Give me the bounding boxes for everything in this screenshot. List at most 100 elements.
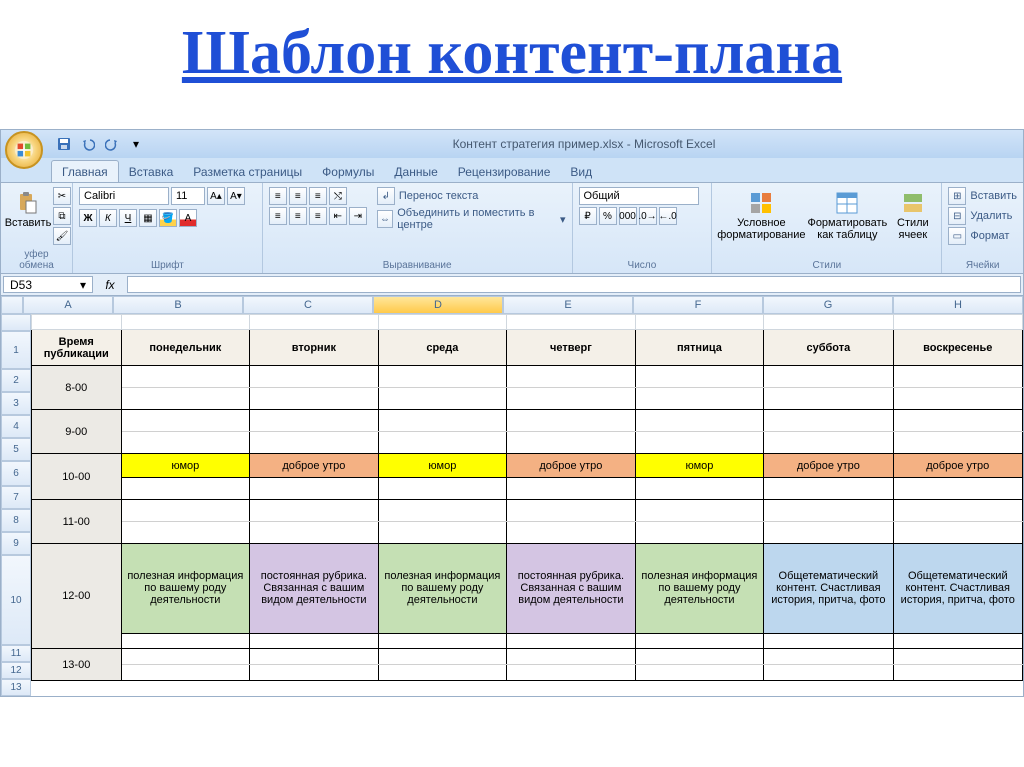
align-left-icon[interactable]: ≡ bbox=[269, 207, 287, 225]
table-cell[interactable] bbox=[764, 388, 893, 410]
table-cell[interactable] bbox=[121, 388, 250, 410]
table-cell[interactable]: доброе утро bbox=[764, 454, 893, 478]
table-cell[interactable]: постоянная рубрика. Связанная с вашим ви… bbox=[250, 544, 379, 634]
cells-insert-button[interactable]: ⊞Вставить bbox=[948, 187, 1017, 205]
table-cell[interactable] bbox=[121, 410, 250, 432]
time-cell[interactable]: 13-00 bbox=[32, 649, 122, 681]
table-cell[interactable] bbox=[121, 649, 250, 665]
table-cell[interactable] bbox=[507, 432, 636, 454]
table-cell[interactable] bbox=[378, 522, 507, 544]
row-header[interactable]: 5 bbox=[1, 438, 31, 461]
table-header-cell[interactable]: воскресенье bbox=[893, 330, 1022, 366]
format-painter-icon[interactable]: 🖌 bbox=[53, 227, 71, 245]
qat-dropdown-icon[interactable]: ▾ bbox=[127, 135, 145, 153]
row-header[interactable]: 7 bbox=[1, 486, 31, 509]
table-cell[interactable] bbox=[893, 478, 1022, 500]
table-header-cell[interactable]: вторник bbox=[250, 330, 379, 366]
table-header-cell[interactable]: понедельник bbox=[121, 330, 250, 366]
col-header-H[interactable]: H bbox=[893, 296, 1023, 314]
table-cell[interactable] bbox=[635, 432, 764, 454]
col-header-G[interactable]: G bbox=[763, 296, 893, 314]
office-button[interactable] bbox=[5, 131, 43, 169]
table-cell[interactable] bbox=[764, 649, 893, 665]
format-as-table-button[interactable]: Форматировать как таблицу bbox=[808, 187, 886, 245]
table-cell[interactable] bbox=[378, 665, 507, 681]
table-cell[interactable] bbox=[635, 500, 764, 522]
table-cell[interactable] bbox=[378, 432, 507, 454]
name-box[interactable]: D53▾ bbox=[3, 276, 93, 293]
table-cell[interactable] bbox=[764, 432, 893, 454]
currency-icon[interactable]: ₽ bbox=[579, 207, 597, 225]
table-cell[interactable]: Общетематический контент. Счастливая ист… bbox=[764, 544, 893, 634]
table-cell[interactable] bbox=[764, 633, 893, 648]
table-cell[interactable]: доброе утро bbox=[507, 454, 636, 478]
table-cell[interactable] bbox=[250, 500, 379, 522]
conditional-formatting-button[interactable]: Условное форматирование bbox=[718, 187, 804, 245]
paste-button[interactable]: Вставить bbox=[7, 187, 49, 233]
table-cell[interactable] bbox=[635, 665, 764, 681]
table-cell[interactable] bbox=[378, 410, 507, 432]
align-middle-icon[interactable]: ≡ bbox=[289, 187, 307, 205]
table-cell[interactable] bbox=[764, 665, 893, 681]
row-header[interactable]: 6 bbox=[1, 461, 31, 486]
orientation-icon[interactable]: ⤭ bbox=[329, 187, 347, 205]
fx-icon[interactable]: fx bbox=[95, 274, 125, 295]
table-cell[interactable] bbox=[121, 500, 250, 522]
table-cell[interactable] bbox=[250, 633, 379, 648]
inc-decimal-icon[interactable]: .0→ bbox=[639, 207, 657, 225]
col-header-F[interactable]: F bbox=[633, 296, 763, 314]
row-header[interactable]: 10 bbox=[1, 555, 31, 645]
table-cell[interactable] bbox=[250, 410, 379, 432]
row-header[interactable]: 1 bbox=[1, 331, 31, 369]
copy-icon[interactable]: ⧉ bbox=[53, 207, 71, 225]
table-cell[interactable] bbox=[893, 410, 1022, 432]
table-cell[interactable] bbox=[250, 388, 379, 410]
table-cell[interactable] bbox=[893, 366, 1022, 388]
redo-icon[interactable] bbox=[103, 135, 121, 153]
table-cell[interactable] bbox=[250, 366, 379, 388]
table-cell[interactable] bbox=[764, 410, 893, 432]
time-cell[interactable]: 10-00 bbox=[32, 454, 122, 500]
table-cell[interactable] bbox=[507, 388, 636, 410]
table-cell[interactable]: доброе утро bbox=[250, 454, 379, 478]
wrap-text-button[interactable]: ↲Перенос текста bbox=[377, 187, 566, 205]
dec-decimal-icon[interactable]: ←.0 bbox=[659, 207, 677, 225]
table-cell[interactable] bbox=[764, 522, 893, 544]
table-cell[interactable] bbox=[635, 388, 764, 410]
col-header-A[interactable]: A bbox=[23, 296, 113, 314]
col-header-B[interactable]: B bbox=[113, 296, 243, 314]
table-cell[interactable]: юмор bbox=[635, 454, 764, 478]
select-all-corner[interactable] bbox=[1, 296, 23, 314]
table-cell[interactable] bbox=[378, 366, 507, 388]
table-cell[interactable] bbox=[635, 366, 764, 388]
table-cell[interactable] bbox=[893, 522, 1022, 544]
row-header[interactable]: 11 bbox=[1, 645, 31, 662]
border-icon[interactable]: ▦ bbox=[139, 209, 157, 227]
table-cell[interactable] bbox=[893, 649, 1022, 665]
cell-styles-button[interactable]: Стили ячеек bbox=[890, 187, 935, 245]
tab-data[interactable]: Данные bbox=[384, 161, 447, 182]
table-cell[interactable] bbox=[378, 633, 507, 648]
align-center-icon[interactable]: ≡ bbox=[289, 207, 307, 225]
table-cell[interactable] bbox=[121, 366, 250, 388]
table-header-cell[interactable]: четверг bbox=[507, 330, 636, 366]
percent-icon[interactable]: % bbox=[599, 207, 617, 225]
table-cell[interactable] bbox=[507, 500, 636, 522]
table-cell[interactable] bbox=[893, 432, 1022, 454]
bold-icon[interactable]: Ж bbox=[79, 209, 97, 227]
align-right-icon[interactable]: ≡ bbox=[309, 207, 327, 225]
cut-icon[interactable]: ✂ bbox=[53, 187, 71, 205]
table-cell[interactable] bbox=[507, 366, 636, 388]
italic-icon[interactable]: К bbox=[99, 209, 117, 227]
row-header[interactable]: 3 bbox=[1, 392, 31, 415]
font-name-field[interactable]: Calibri bbox=[79, 187, 169, 205]
table-cell[interactable]: полезная информация по вашему роду деяте… bbox=[121, 544, 250, 634]
table-cell[interactable] bbox=[507, 478, 636, 500]
table-cell[interactable] bbox=[635, 410, 764, 432]
indent-inc-icon[interactable]: ⇥ bbox=[349, 207, 367, 225]
table-cell[interactable]: полезная информация по вашему роду деяте… bbox=[378, 544, 507, 634]
row-header[interactable]: 9 bbox=[1, 532, 31, 555]
table-cell[interactable] bbox=[635, 522, 764, 544]
tab-home[interactable]: Главная bbox=[51, 160, 119, 182]
table-header-cell[interactable]: среда bbox=[378, 330, 507, 366]
